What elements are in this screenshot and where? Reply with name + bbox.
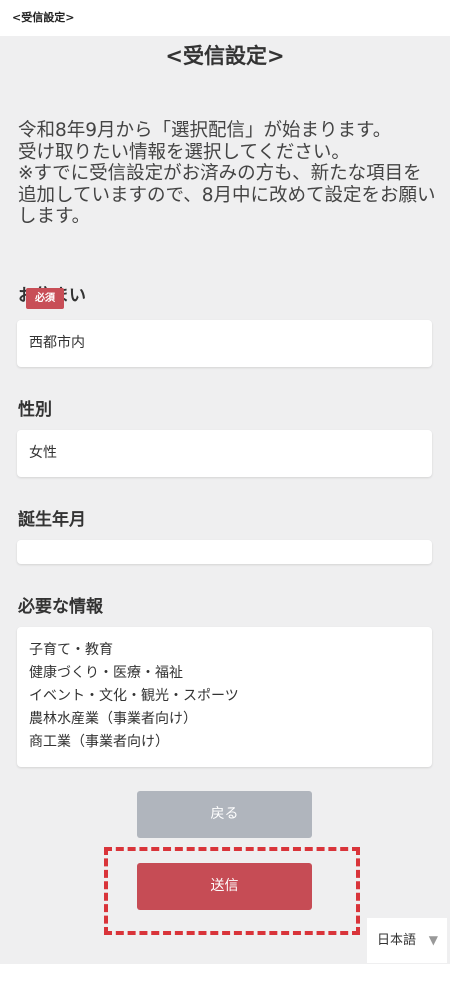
gender-label: 性別 [18, 400, 52, 420]
required-badge: 必須 [26, 288, 64, 309]
language-label: 日本語 [377, 933, 417, 948]
birth-label: 誕生年月 [18, 510, 86, 530]
info-select[interactable]: 子育て・教育 健康づくり・医療・福祉 イベント・文化・観光・スポーツ 農林水産業… [17, 627, 432, 767]
info-option: 農林水産業（事業者向け） [29, 711, 197, 727]
intro-text: 令和8年9月から「選択配信」が始まります。 受け取りたい情報を選択してください。… [18, 120, 436, 228]
page-title: <受信設定> [165, 44, 285, 68]
send-button[interactable]: 送信 [137, 863, 312, 910]
info-label: 必要な情報 [18, 597, 103, 617]
page: <受信設定> <受信設定> 令和8年9月から「選択配信」が始まります。 受け取り… [0, 0, 450, 986]
intro-line: ※すでに受信設定がお済みの方も、新たな項目を追加していますので、8月中に改めて設… [18, 163, 436, 227]
top-bar: <受信設定> [0, 0, 450, 36]
gender-select[interactable]: 女性 [17, 430, 432, 477]
intro-line: 受け取りたい情報を選択してください。 [18, 141, 350, 163]
intro-line: 令和8年9月から「選択配信」が始まります。 [18, 120, 392, 141]
language-select[interactable]: 日本語 ▼ [367, 918, 447, 963]
caret-down-icon: ▼ [428, 933, 438, 947]
residence-select[interactable]: 西都市内 [17, 320, 432, 367]
birth-input[interactable] [17, 540, 432, 564]
top-bar-title: <受信設定> [12, 11, 75, 24]
back-button[interactable]: 戻る [137, 791, 312, 838]
info-option: 健康づくり・医療・福祉 [29, 665, 183, 681]
info-option: 商工業（事業者向け） [29, 734, 169, 750]
info-option: 子育て・教育 [29, 642, 113, 658]
info-option: イベント・文化・観光・スポーツ [29, 688, 239, 704]
